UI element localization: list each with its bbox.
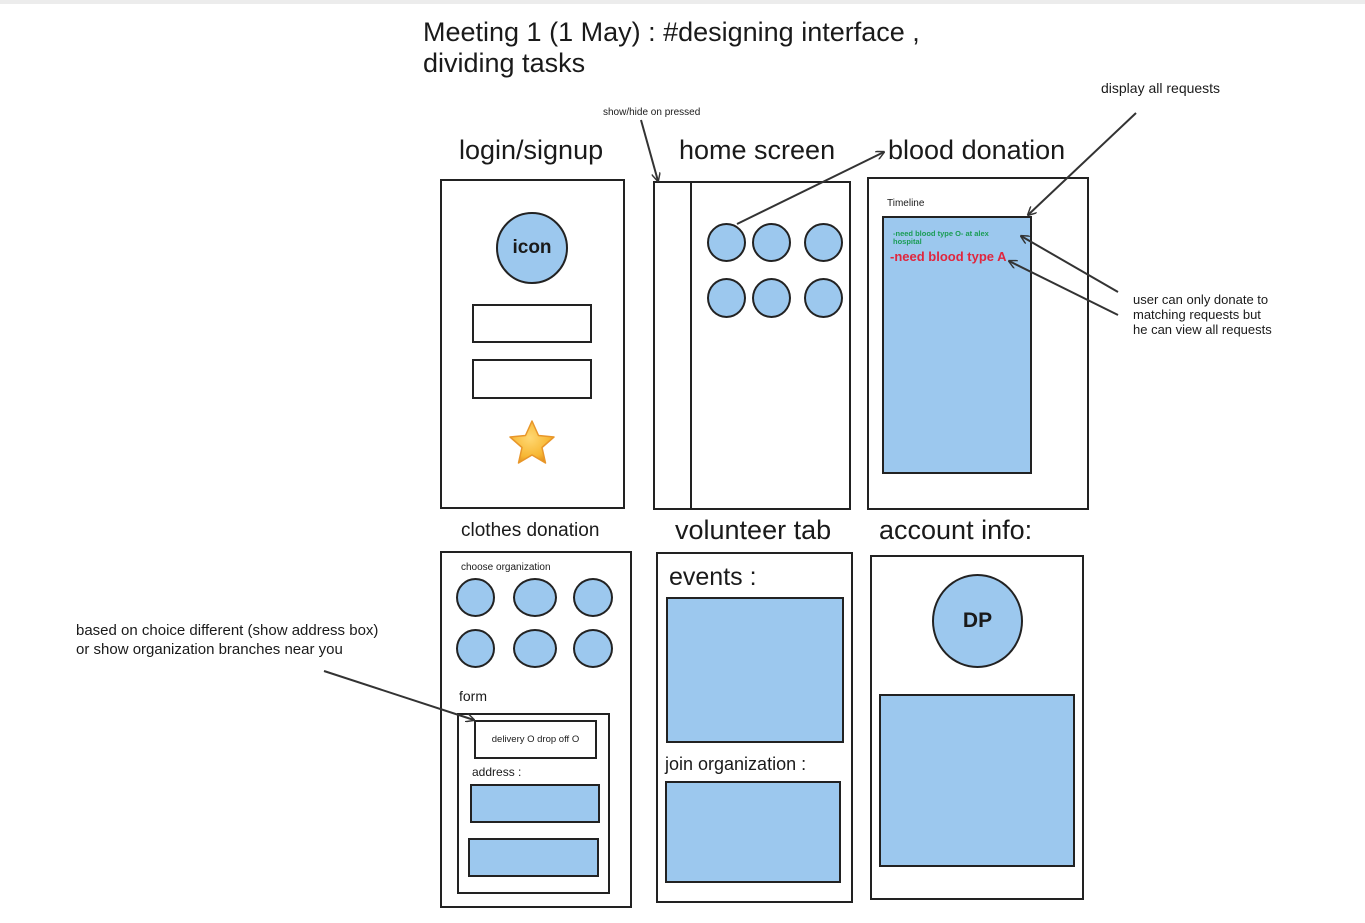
arrow-home-to-blood	[736, 152, 884, 225]
arrow-choice-to-form	[323, 670, 474, 720]
arrow-sidebar-note	[640, 119, 658, 181]
arrow-donate-to-request-1	[1021, 236, 1119, 293]
arrow-display-all	[1028, 112, 1137, 215]
arrow-donate-to-request-2	[1009, 261, 1119, 316]
annotation-arrows	[323, 112, 1137, 923]
